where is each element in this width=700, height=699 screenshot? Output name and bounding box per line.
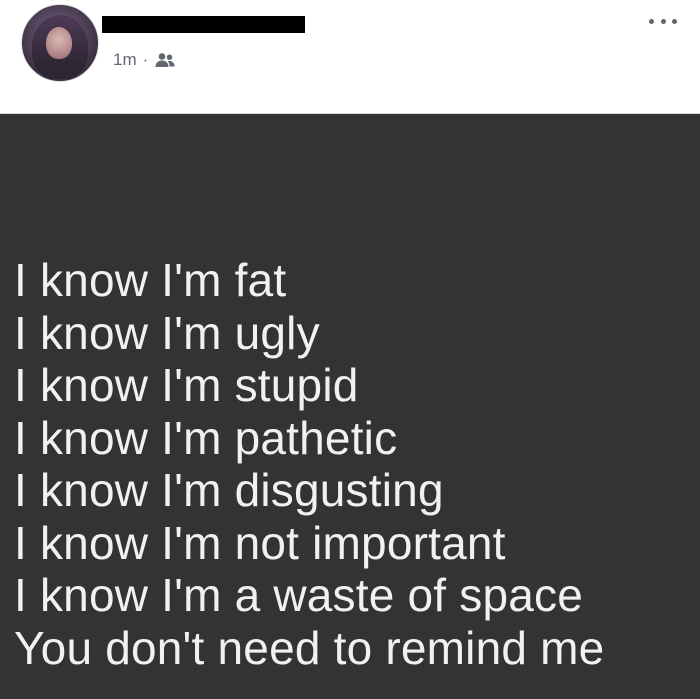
friends-icon[interactable] — [154, 52, 176, 68]
post-text-line: I know I'm a waste of space — [14, 569, 583, 621]
more-options-icon-dot — [672, 18, 677, 24]
post-text-line: I know I'm not important — [14, 516, 506, 569]
post-text-line: I know I'm pathetic — [14, 411, 398, 464]
post-text-background: I know I'm fat I know I'm ugly I know I'… — [0, 114, 700, 699]
avatar-face — [46, 27, 72, 59]
post-text-line: You don't need to remind me — [14, 621, 605, 674]
author-name-redacted[interactable] — [102, 16, 305, 33]
author-avatar[interactable] — [21, 4, 99, 82]
more-options-icon-dot — [660, 18, 666, 24]
post-meta: 1m · — [113, 50, 176, 70]
post-text-line: I know I'm fat — [14, 254, 287, 306]
meta-separator: · — [142, 50, 149, 69]
more-options-icon-dot — [649, 18, 654, 24]
post-text-line: I know I'm disgusting — [14, 464, 444, 516]
more-options-button[interactable] — [649, 11, 677, 31]
post-text-line: I know I'm stupid — [14, 359, 359, 411]
post-header: 1m · — [0, 0, 700, 114]
post-text-line: I know I'm ugly — [14, 306, 320, 359]
post-text: I know I'm fat I know I'm ugly I know I'… — [14, 254, 604, 674]
post-timestamp[interactable]: 1m — [113, 50, 137, 70]
